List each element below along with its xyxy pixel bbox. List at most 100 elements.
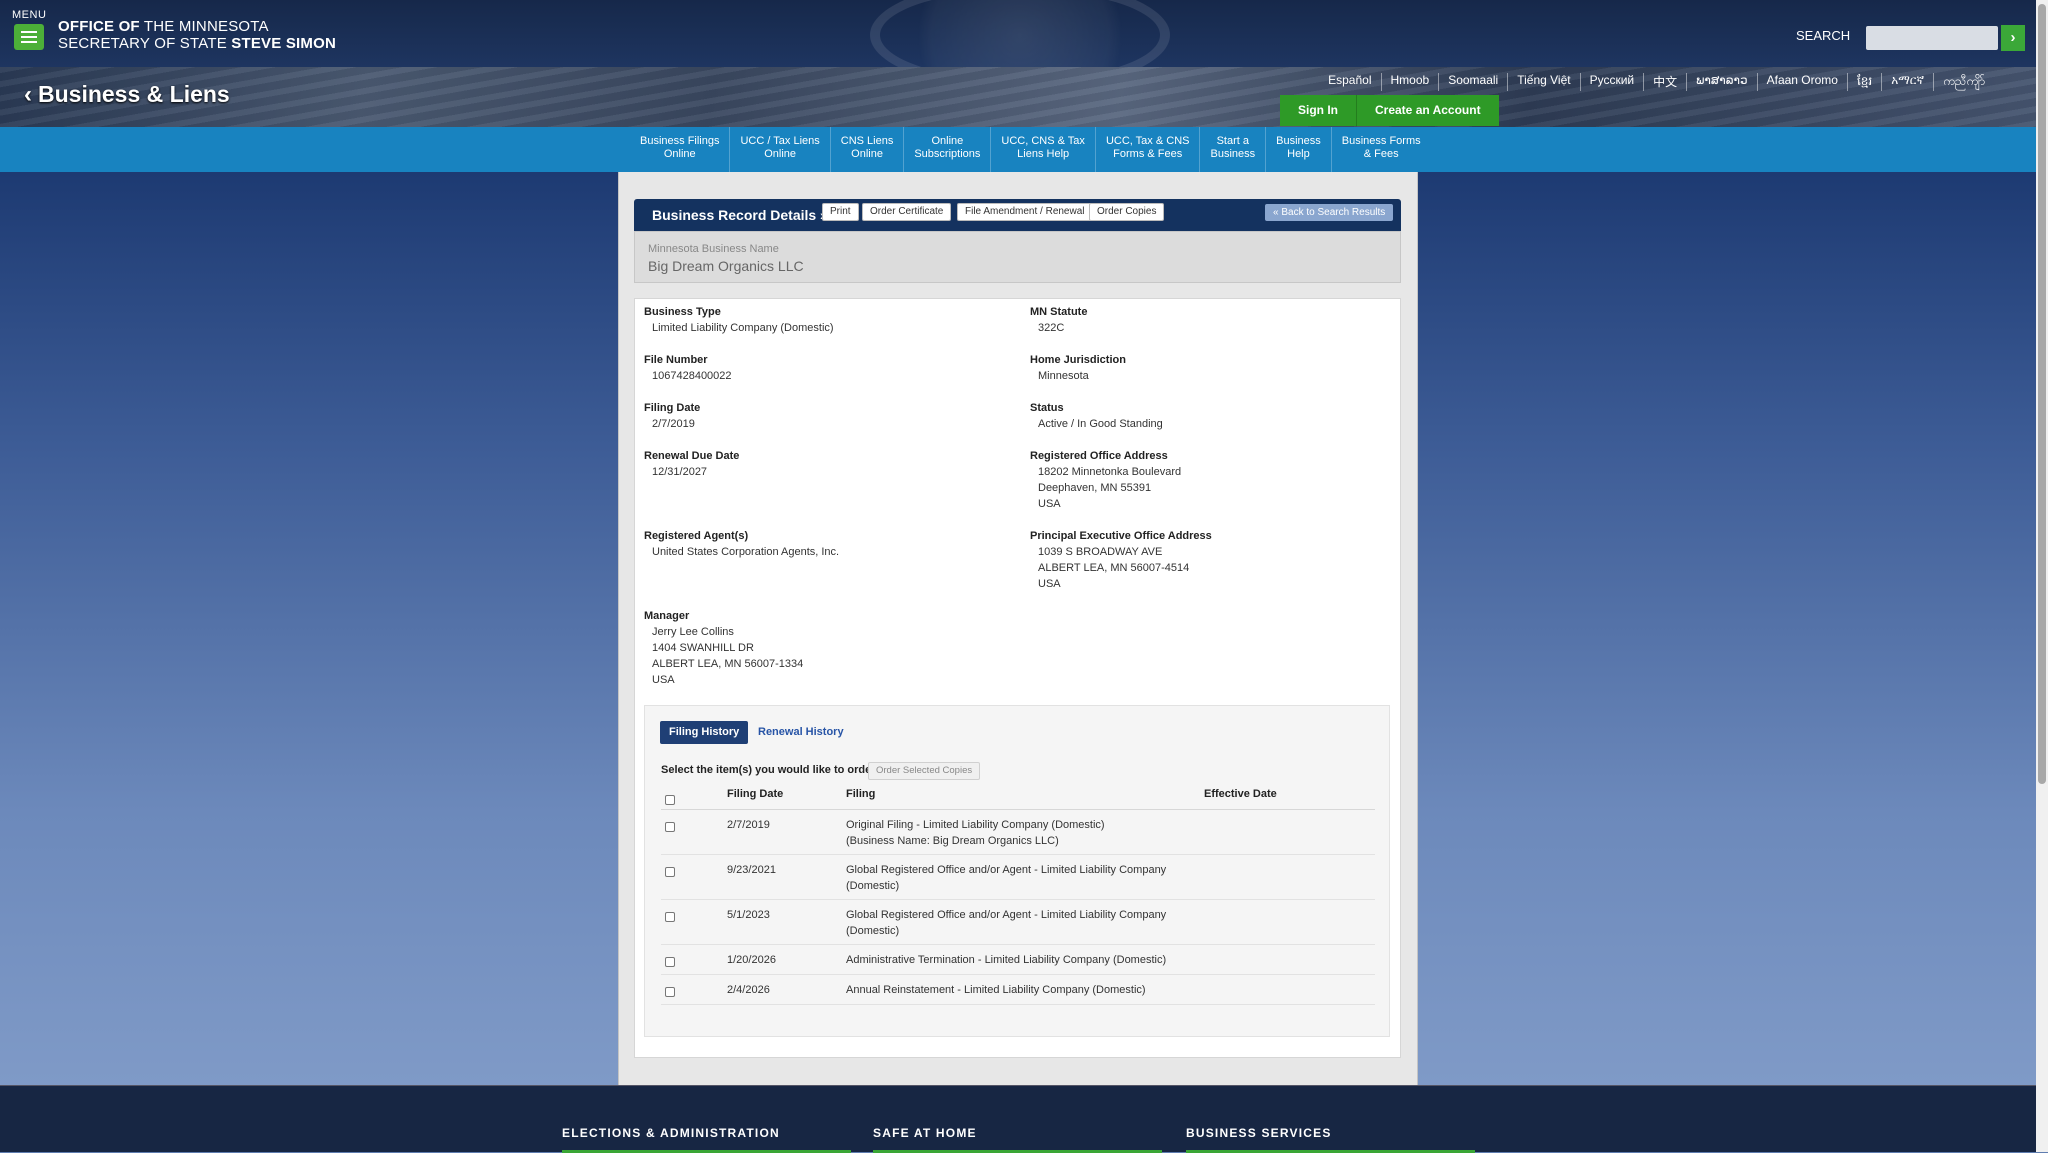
office-logo[interactable]: OFFICE OF THE MINNESOTA SECRETARY OF STA… [58, 18, 336, 52]
nav-item-label: & Fees [1363, 148, 1399, 160]
filing-history-table: Filing Date Filing Effective Date 2/7/20… [661, 786, 1375, 1005]
language-link[interactable]: Soomaali [1438, 73, 1507, 91]
print-button[interactable]: Print [822, 203, 859, 221]
nav-item-label: Subscriptions [914, 148, 981, 160]
main-nav: Business Filings Online UCC / Tax Liens Onl… [0, 127, 2036, 172]
field-label: Renewal Due Date [644, 450, 740, 462]
col-filing-date: Filing Date [727, 788, 784, 800]
address-line: 18202 Minnetonka Boulevard [1038, 466, 1182, 478]
nav-item-label: Forms & Fees [1113, 148, 1183, 160]
back-to-search-button[interactable]: « Back to Search Results [1265, 204, 1394, 221]
nav-item[interactable]: Start a Business [1199, 127, 1265, 172]
order-selected-copies-button[interactable]: Order Selected Copies [868, 762, 981, 780]
history-section: Filing History Renewal History Select th… [644, 705, 1390, 1037]
hero-banner: ‹ Business & Liens Español Hmoob Soomaali Ti… [0, 67, 2036, 127]
row-checkbox[interactable] [665, 822, 675, 832]
field-label: Registered Agent(s) [644, 530, 749, 542]
field-label: Filing Date [644, 402, 701, 414]
row-checkbox[interactable] [665, 912, 675, 922]
field-renewal-due-date: Renewal Due Date 12/31/2027 [644, 448, 739, 480]
field-value: 12/31/2027 [652, 466, 708, 478]
tab-renewal-history[interactable]: Renewal History [749, 721, 853, 744]
col-effective-date: Effective Date [1204, 788, 1277, 800]
manager-line: 1404 SWANHILL DR [652, 642, 754, 654]
nav-item-label: UCC / Tax Liens [740, 135, 820, 147]
language-link[interactable]: Español [1319, 73, 1380, 91]
manager-line: USA [652, 674, 675, 686]
search-input[interactable] [1866, 26, 1998, 50]
language-link[interactable]: Русский [1579, 73, 1644, 91]
nav-item[interactable]: Business Filings Online [630, 127, 729, 172]
office-line1-rest: THE MINNESOTA [139, 18, 269, 35]
nav-item[interactable]: UCC, Tax & CNS Forms & Fees [1094, 127, 1200, 172]
language-link[interactable]: አማርኛ [1881, 73, 1933, 91]
row-filing: Annual Reinstatement - Limited Liability… [846, 982, 1146, 998]
nav-item-label: Online [931, 135, 964, 147]
row-filing-line: (Business Name: Big Dream Organics LLC) [846, 835, 1059, 847]
table-row: 9/23/2021 Global Registered Office and/or… [661, 855, 1375, 900]
language-link[interactable]: ພາສາລາວ [1686, 73, 1756, 91]
language-link[interactable]: ខ្មែរ [1846, 73, 1881, 91]
row-checkbox[interactable] [665, 867, 675, 877]
row-filing: Original Filing - Limited Liability Comp… [846, 817, 1105, 849]
order-copies-button[interactable]: Order Copies [1089, 203, 1165, 221]
nav-item-label: Online [851, 148, 883, 160]
row-filing: Global Registered Office and/or Agent - … [846, 862, 1166, 894]
language-link[interactable]: Tiếng Việt [1507, 73, 1579, 91]
footer: ELECTIONS & ADMINISTRATION SAFE AT HOME … [0, 1085, 2036, 1153]
row-filing: Global Registered Office and/or Agent - … [846, 907, 1166, 939]
row-checkbox[interactable] [665, 987, 675, 997]
manager-line: ALBERT LEA, MN 56007-1334 [652, 658, 804, 670]
field-label: Registered Office Address [1030, 450, 1168, 462]
table-row: 1/20/2026 Administrative Termination - Li… [661, 945, 1375, 975]
office-line2-rest: SECRETARY OF STATE [58, 35, 232, 52]
language-link[interactable]: Afaan Oromo [1756, 73, 1847, 91]
language-link[interactable]: ကညီကျိာ် [1933, 73, 1994, 91]
nav-item[interactable]: Business Help [1265, 127, 1331, 172]
nav-item[interactable]: CNS Liens Online [829, 127, 904, 172]
address-line: ALBERT LEA, MN 56007-4514 [1038, 562, 1190, 574]
footer-safe-at-home[interactable]: SAFE AT HOME [873, 1126, 977, 1140]
create-account-button[interactable]: Create an Account [1356, 95, 1499, 126]
row-filing-line: Annual Reinstatement - Limited Liability… [846, 984, 1146, 996]
nav-item[interactable]: Business Forms & Fees [1330, 127, 1431, 172]
hero-title: Business & Liens [38, 81, 230, 107]
row-checkbox[interactable] [665, 957, 675, 967]
field-status: Status Active / In Good Standing [1030, 400, 1163, 432]
menu-toggle[interactable]: MENU [12, 9, 46, 50]
row-filing-line: Original Filing - Limited Liability Comp… [846, 819, 1105, 831]
tab-filing-history[interactable]: Filing History [660, 721, 749, 744]
field-label: MN Statute [1030, 306, 1088, 318]
field-label: Business Type [644, 306, 721, 318]
file-amendment-button[interactable]: File Amendment / Renewal [957, 203, 1093, 221]
field-label: Status [1030, 402, 1064, 414]
back-link-business-liens[interactable]: ‹ Business & Liens [24, 81, 230, 109]
field-mn-statute: MN Statute 322C [1030, 304, 1087, 336]
field-home-jurisdiction: Home Jurisdiction Minnesota [1030, 352, 1126, 384]
nav-item-label: Help [1287, 148, 1310, 160]
row-filing-date: 9/23/2021 [727, 864, 776, 876]
nav-item-label: Business [1210, 148, 1256, 160]
row-filing-line: Administrative Termination - Limited Lia… [846, 954, 1167, 966]
nav-item[interactable]: UCC, CNS & Tax Liens Help [990, 127, 1095, 172]
row-filing-line: (Domestic) [846, 880, 900, 892]
chevron-left-icon: ‹ [24, 81, 32, 108]
hamburger-icon[interactable] [14, 24, 44, 50]
row-filing: Administrative Termination - Limited Lia… [846, 952, 1166, 968]
table-header: Filing Date Filing Effective Date [661, 786, 1375, 810]
field-label: Manager [644, 610, 690, 622]
field-label: File Number [644, 354, 708, 366]
scrollbar-thumb[interactable] [2038, 4, 2046, 784]
nav-item[interactable]: UCC / Tax Liens Online [729, 127, 829, 172]
field-label: Home Jurisdiction [1030, 354, 1126, 366]
table-row: 5/1/2023 Global Registered Office and/or … [661, 900, 1375, 945]
footer-elections[interactable]: ELECTIONS & ADMINISTRATION [562, 1126, 780, 1140]
nav-item[interactable]: Online Subscriptions [903, 127, 990, 172]
select-all-checkbox[interactable] [665, 795, 675, 805]
language-link[interactable]: 中文 [1643, 73, 1686, 91]
footer-business-services[interactable]: BUSINESS SERVICES [1186, 1126, 1332, 1140]
search-submit-button[interactable]: › [2001, 25, 2025, 51]
sign-in-button[interactable]: Sign In [1280, 95, 1356, 126]
language-link[interactable]: Hmoob [1380, 73, 1439, 91]
order-certificate-button[interactable]: Order Certificate [862, 203, 952, 221]
